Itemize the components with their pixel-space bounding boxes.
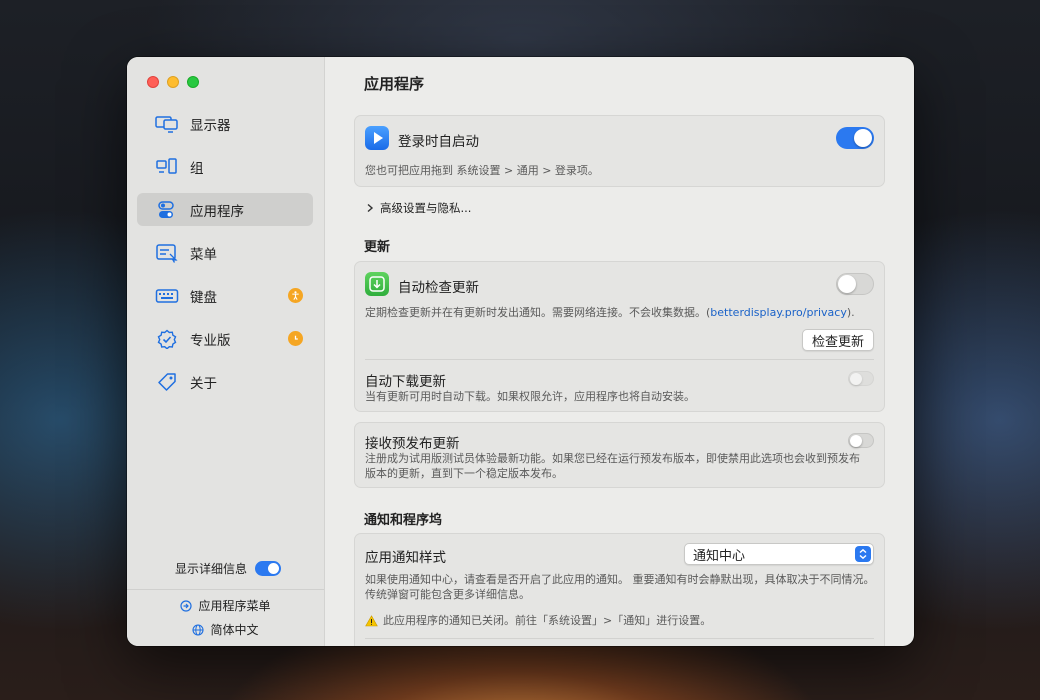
sidebar-item-label: 组 bbox=[190, 160, 204, 177]
notification-desc-1: 如果使用通知中心，请查看是否开启了此应用的通知。 重要通知有时会静默出现，具体取… bbox=[365, 573, 875, 586]
sidebar-item-label: 显示器 bbox=[190, 117, 231, 134]
notifications-section-title: 通知和程序坞 bbox=[364, 513, 443, 528]
auto-download-toggle[interactable] bbox=[848, 371, 874, 386]
clock-icon bbox=[288, 331, 303, 346]
auto-check-label: 自动检查更新 bbox=[398, 280, 479, 296]
pro-badge-icon bbox=[155, 329, 179, 349]
arrow-circle-icon bbox=[180, 599, 193, 612]
notification-warning: 此应用程序的通知已关闭。前往「系统设置」>「通知」进行设置。 bbox=[365, 613, 711, 629]
prerelease-label: 接收预发布更新 bbox=[365, 436, 460, 452]
app-window: 显示器 组 应用程序 菜单 键盘 专业版 关于 显示详细信息 应用程序菜单 简体… bbox=[127, 57, 914, 646]
accessibility-icon bbox=[288, 288, 303, 303]
sidebar-item-apps[interactable]: 应用程序 bbox=[137, 193, 313, 226]
notification-style-select[interactable]: 通知中心 bbox=[684, 543, 874, 565]
divider bbox=[365, 359, 874, 360]
minimize-window-button[interactable] bbox=[167, 76, 179, 88]
chevron-right-icon bbox=[367, 203, 374, 213]
page-title: 应用程序 bbox=[364, 75, 425, 93]
privacy-link[interactable]: betterdisplay.pro/privacy bbox=[710, 306, 847, 319]
language-selector[interactable]: 简体中文 bbox=[127, 621, 324, 638]
warning-icon bbox=[365, 615, 378, 627]
sidebar-item-menu[interactable]: 菜单 bbox=[137, 236, 313, 269]
advanced-label: 高级设置与隐私... bbox=[380, 201, 472, 215]
auto-check-toggle[interactable] bbox=[836, 273, 874, 295]
show-details-row: 显示详细信息 bbox=[175, 560, 282, 577]
sidebar-item-displays[interactable]: 显示器 bbox=[137, 107, 313, 140]
prerelease-toggle[interactable] bbox=[848, 433, 874, 448]
notification-desc-2: 传统弹窗可能包含更多详细信息。 bbox=[365, 588, 530, 601]
auto-check-desc: 定期检查更新并在有更新时发出通知。需要网络连接。不会收集数据。(betterdi… bbox=[365, 306, 855, 319]
globe-icon bbox=[192, 623, 205, 636]
displays-icon bbox=[155, 114, 179, 134]
sidebar-item-label: 关于 bbox=[190, 375, 217, 392]
check-updates-button[interactable]: 检查更新 bbox=[801, 329, 874, 351]
zoom-window-button[interactable] bbox=[187, 76, 199, 88]
prerelease-card: 接收预发布更新 注册成为试用版测试员体验最新功能。如果您已经在运行预发布版本，即… bbox=[354, 422, 885, 488]
login-desc: 您也可把应用拖到 系统设置 > 通用 > 登录项。 bbox=[365, 164, 599, 177]
login-card: 登录时自启动 您也可把应用拖到 系统设置 > 通用 > 登录项。 bbox=[354, 115, 885, 187]
updates-section-title: 更新 bbox=[364, 240, 391, 255]
play-icon bbox=[365, 126, 389, 150]
window-controls bbox=[147, 76, 199, 88]
app-menu-link-label: 应用程序菜单 bbox=[198, 599, 271, 613]
prerelease-desc-1: 注册成为试用版测试员体验最新功能。如果您已经在运行预发布版本，即使禁用此选项也会… bbox=[365, 452, 860, 465]
show-details-label: 显示详细信息 bbox=[175, 562, 248, 576]
notification-style-value: 通知中心 bbox=[693, 548, 746, 564]
tag-icon bbox=[155, 372, 179, 392]
login-toggle[interactable] bbox=[836, 127, 874, 149]
sidebar-item-about[interactable]: 关于 bbox=[137, 365, 313, 398]
app-menu-link[interactable]: 应用程序菜单 bbox=[127, 597, 324, 614]
prerelease-desc-2: 版本的更新，直到下一个稳定版本发布。 bbox=[365, 467, 563, 480]
menu-icon bbox=[155, 243, 179, 263]
sidebar-item-keyboard[interactable]: 键盘 bbox=[137, 279, 313, 312]
language-label: 简体中文 bbox=[210, 623, 259, 637]
updates-card: 自动检查更新 定期检查更新并在有更新时发出通知。需要网络连接。不会收集数据。(b… bbox=[354, 261, 885, 412]
notifications-card: 应用通知样式 通知中心 如果使用通知中心，请查看是否开启了此应用的通知。 重要通… bbox=[354, 533, 885, 646]
sidebar-divider bbox=[127, 589, 324, 590]
advanced-disclosure[interactable]: 高级设置与隐私... bbox=[366, 200, 471, 216]
divider bbox=[365, 638, 874, 639]
show-details-toggle[interactable] bbox=[255, 561, 282, 576]
notification-style-label: 应用通知样式 bbox=[365, 550, 446, 566]
sidebar-item-label: 菜单 bbox=[190, 246, 217, 263]
sidebar: 显示器 组 应用程序 菜单 键盘 专业版 关于 显示详细信息 应用程序菜单 简体… bbox=[127, 57, 325, 646]
login-label: 登录时自启动 bbox=[398, 134, 479, 150]
sidebar-item-groups[interactable]: 组 bbox=[137, 150, 313, 183]
main-content: 应用程序 登录时自启动 您也可把应用拖到 系统设置 > 通用 > 登录项。 高级… bbox=[325, 57, 914, 646]
sidebar-nav: 显示器 组 应用程序 菜单 键盘 专业版 关于 bbox=[137, 107, 313, 408]
download-icon bbox=[365, 272, 389, 296]
chevron-updown-icon bbox=[855, 546, 871, 562]
sidebar-item-label: 专业版 bbox=[190, 332, 231, 349]
sidebar-item-pro[interactable]: 专业版 bbox=[137, 322, 313, 355]
keyboard-icon bbox=[155, 286, 179, 306]
sidebar-item-label: 应用程序 bbox=[190, 203, 244, 220]
groups-icon bbox=[155, 157, 179, 177]
auto-download-label: 自动下载更新 bbox=[365, 374, 446, 390]
toggles-icon bbox=[155, 200, 179, 220]
close-window-button[interactable] bbox=[147, 76, 159, 88]
sidebar-item-label: 键盘 bbox=[190, 289, 217, 306]
auto-download-desc: 当有更新可用时自动下载。如果权限允许，应用程序也将自动安装。 bbox=[365, 390, 695, 403]
